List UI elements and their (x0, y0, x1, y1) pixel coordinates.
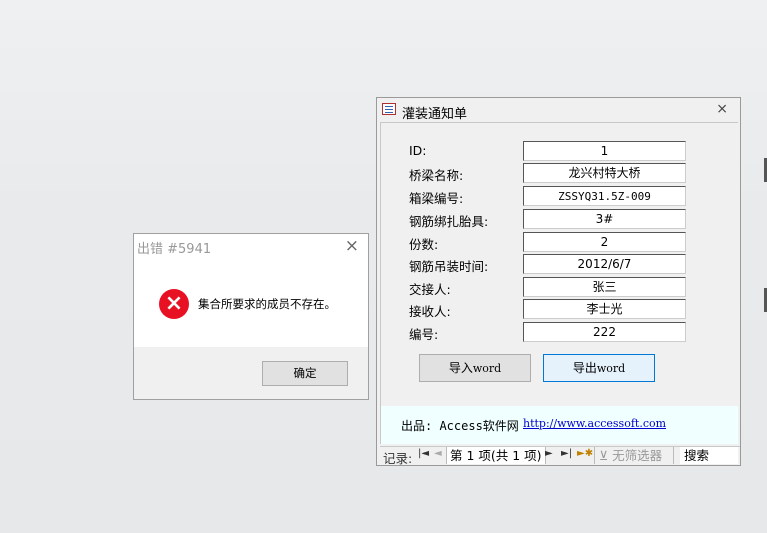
close-icon[interactable]: × (345, 236, 359, 256)
field-lift-time[interactable]: 2012/6/7 (523, 254, 686, 274)
form-title: 灌装通知单 (402, 107, 468, 122)
field-label-bridge-name: 桥梁名称: (409, 168, 464, 183)
next-record-icon[interactable]: ► (545, 448, 553, 459)
error-message: 集合所要求的成员不存在。 (198, 297, 336, 311)
field-label-girder-no: 箱梁编号: (409, 191, 464, 206)
form-footer: 出品: Access软件网 http://www.accessoft.com (380, 406, 738, 444)
field-number[interactable]: 222 (523, 322, 686, 342)
error-icon: × (159, 289, 189, 319)
record-position[interactable]: 第 1 项(共 1 项) (446, 447, 546, 464)
new-record-icon[interactable]: ►✱ (577, 448, 593, 459)
import-word-button[interactable]: 导入word (419, 354, 531, 382)
producer-link[interactable]: http://www.accessoft.com (523, 417, 666, 430)
field-label-copies: 份数: (409, 237, 439, 252)
field-label-lift-time: 钢筋吊装时间: (409, 259, 489, 274)
form-titlebar: 灌装通知单 ⨯ (377, 98, 740, 122)
close-icon[interactable]: ⨯ (716, 101, 728, 117)
prev-record-icon[interactable]: ◄ (434, 448, 442, 459)
filter-icon: ⊻ (599, 448, 609, 463)
filter-label: 无筛选器 (612, 448, 663, 463)
field-receiver[interactable]: 李士光 (523, 299, 686, 319)
error-dialog: 出错 #5941 × × 集合所要求的成员不存在。 确定 (133, 233, 369, 400)
field-id[interactable]: 1 (523, 141, 686, 161)
form-window: 灌装通知单 ⨯ ID: 1 桥梁名称: 龙兴村特大桥 箱梁编号: ZSSYQ31… (376, 97, 741, 466)
filter-toggle[interactable]: ⊻ 无筛选器 (594, 447, 674, 464)
export-button-label: 导出 (572, 361, 597, 375)
field-rebar-jig[interactable]: 3# (523, 209, 686, 229)
field-label-number: 编号: (409, 327, 439, 342)
field-handover[interactable]: 张三 (523, 277, 686, 297)
dialog-button-bar: 确定 (134, 347, 368, 399)
record-label: 记录: (383, 451, 413, 466)
ok-button[interactable]: 确定 (262, 361, 348, 386)
last-record-icon[interactable]: ►| (561, 448, 572, 459)
field-label-rebar-jig: 钢筋绑扎胎具: (409, 214, 489, 229)
first-record-icon[interactable]: |◄ (418, 448, 429, 459)
record-navigation-bar: 记录: |◄ ◄ 第 1 项(共 1 项) ► ►| ►✱ ⊻ 无筛选器 搜索 (380, 446, 740, 466)
producer-text: 出品: Access软件网 (401, 419, 519, 433)
form-body: ID: 1 桥梁名称: 龙兴村特大桥 箱梁编号: ZSSYQ31.5Z-009 … (380, 122, 738, 406)
export-button-word: word (596, 362, 626, 375)
field-copies[interactable]: 2 (523, 232, 686, 252)
field-bridge-name[interactable]: 龙兴村特大桥 (523, 163, 686, 183)
field-label-handover: 交接人: (409, 282, 451, 297)
import-button-word: word (472, 362, 502, 375)
field-label-id: ID: (409, 143, 427, 158)
field-label-receiver: 接收人: (409, 304, 451, 319)
form-icon (382, 103, 396, 115)
search-input[interactable]: 搜索 (680, 447, 738, 464)
dialog-title: 出错 #5941 (137, 242, 212, 257)
import-button-label: 导入 (448, 361, 473, 375)
field-girder-no[interactable]: ZSSYQ31.5Z-009 (523, 186, 686, 206)
export-word-button[interactable]: 导出word (543, 354, 655, 382)
